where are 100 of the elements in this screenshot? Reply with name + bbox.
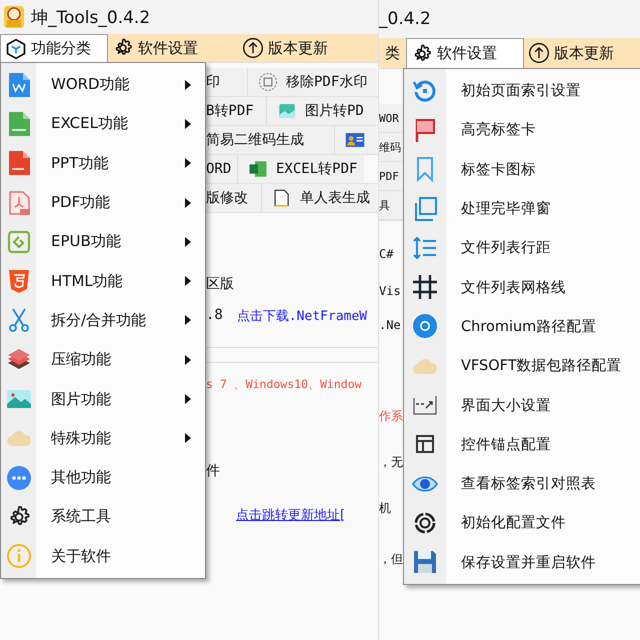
category-icon: [5, 38, 27, 60]
spreadsheet-icon: [248, 159, 268, 179]
menu-item[interactable]: 控件锚点配置: [404, 424, 640, 464]
info-text: C#: [379, 247, 394, 261]
menu-item[interactable]: VFSOFT数据包路径配置: [404, 346, 640, 386]
warning-text: s 7 、Windows10、Window: [206, 377, 362, 392]
menu-item-label: 高亮标签卡: [461, 120, 536, 140]
line-spacing-icon: [412, 234, 438, 261]
menu-item-label: 文件列表网格线: [461, 278, 566, 297]
menu-item[interactable]: 查看标签索引对照表: [404, 464, 640, 504]
menu-item-label: PDF功能: [51, 193, 112, 212]
toolbar-button[interactable]: WOR: [379, 104, 403, 132]
toolbar-button[interactable]: [334, 126, 377, 154]
menu-item-label: 界面大小设置: [461, 396, 551, 415]
info-text: .8: [206, 307, 223, 325]
update-icon: [528, 42, 550, 64]
menu-item-label: PPT功能: [51, 154, 110, 173]
info-text: .Ne: [379, 318, 401, 332]
menu-item-label: EPUB功能: [51, 232, 122, 252]
menu-item[interactable]: 处理完毕弹窗: [404, 188, 640, 228]
toolbar-button[interactable]: 维码: [379, 133, 403, 161]
menu-item-label: 初始化配置文件: [461, 514, 566, 532]
menu-item-label: 关于软件: [51, 546, 112, 566]
menu-item-label: 图片功能: [51, 390, 112, 409]
menu-item[interactable]: Chromium路径配置: [404, 306, 640, 346]
reset-icon: [412, 510, 438, 536]
menu-item[interactable]: 界面大小设置: [404, 385, 640, 425]
toolbar-button[interactable]: 版修改: [205, 184, 261, 212]
epub-icon: [6, 228, 32, 255]
info-text: ，无: [379, 454, 403, 471]
more-icon: [6, 464, 32, 491]
menu-item[interactable]: 其他功能: [1, 458, 205, 498]
menu-item-label: 初始页面索引设置: [461, 82, 581, 100]
menu-item[interactable]: 系统工具: [1, 497, 205, 537]
toolbar-button[interactable]: 移除PDF水印: [247, 68, 377, 96]
menu-item[interactable]: 文件列表网格线: [404, 267, 640, 307]
menu-item[interactable]: 压缩功能: [1, 340, 205, 380]
menu-item-label: 查看标签索引对照表: [461, 475, 596, 494]
download-link[interactable]: 点击跳转更新地址[: [236, 506, 346, 524]
menu-item[interactable]: EXCEL功能: [1, 104, 205, 144]
id-card-icon: [345, 130, 365, 150]
grid-icon: [412, 274, 438, 300]
menu-item[interactable]: WORD功能: [1, 65, 205, 104]
menu-item[interactable]: PDF功能: [1, 182, 205, 222]
info-text: Vis: [379, 284, 401, 298]
menu-item-label: 标签卡图标: [461, 160, 536, 179]
menu-item[interactable]: EPUB功能: [1, 222, 205, 262]
update-icon: [242, 37, 264, 59]
toolbar-button[interactable]: 简易二维码生成: [205, 126, 334, 154]
menu-item[interactable]: 高亮标签卡: [404, 110, 640, 150]
menu-item[interactable]: 初始化配置文件: [404, 503, 640, 543]
menu-item[interactable]: 初始页面索引设置: [404, 71, 640, 110]
menu-item[interactable]: 保存设置并重启软件: [404, 542, 640, 582]
menu-item-label: 拆分/合并功能: [51, 310, 148, 330]
menu-tab[interactable]: 功能分类: [0, 34, 108, 62]
menu-item[interactable]: 关于软件: [1, 536, 205, 576]
menu-item-label: HTML功能: [51, 272, 124, 291]
toolbar-button[interactable]: B转PDF: [205, 97, 266, 125]
menu-item-label: WORD功能: [51, 75, 131, 94]
stamp-icon: [258, 72, 278, 92]
menu-item-label: 特殊功能: [51, 428, 112, 448]
toolbar-button[interactable]: PDF: [379, 162, 403, 190]
window-title: _0.4.2: [379, 8, 431, 28]
toolbar-button[interactable]: 印: [205, 68, 247, 96]
menu-item-label: 文件列表行距: [461, 239, 551, 258]
menu-item[interactable]: PPT功能: [1, 144, 205, 183]
menu-item[interactable]: 特殊功能: [1, 418, 205, 458]
menu-item-label: EXCEL功能: [51, 114, 129, 134]
menu-item-label: Chromium路径配置: [461, 318, 596, 336]
menu-item[interactable]: HTML功能: [1, 261, 205, 301]
toolbar-button[interactable]: 图片转PD: [266, 97, 377, 125]
toolbar-button[interactable]: 具: [379, 191, 403, 219]
menu-item-label: VFSOFT数据包路径配置: [461, 357, 622, 376]
menu-item-label: 保存设置并重启软件: [461, 554, 596, 572]
app-logo-icon: [3, 5, 25, 29]
window-icon: [412, 196, 438, 222]
menu-tab[interactable]: 软件设置: [406, 38, 524, 68]
menu-item-label: 控件锚点配置: [461, 436, 551, 454]
info-icon: [6, 543, 32, 570]
toolbar-button[interactable]: EXCEL转PDF: [237, 155, 364, 183]
menu-item[interactable]: 标签卡图标: [404, 150, 640, 189]
save-icon: [412, 549, 438, 576]
menu-item-label: 处理完毕弹窗: [461, 200, 551, 218]
refresh-icon: [412, 78, 438, 104]
download-link[interactable]: 点击下载.NetFrameW: [236, 307, 368, 325]
menu-item-label: 其他功能: [51, 468, 112, 488]
info-text: 机: [379, 500, 391, 517]
info-text: 件: [206, 462, 220, 480]
image-icon: [277, 101, 297, 121]
menu-item[interactable]: 拆分/合并功能: [1, 300, 205, 340]
info-text: ，但: [379, 551, 403, 568]
warning-text: 作系: [379, 408, 403, 425]
info-text: 区版: [206, 275, 234, 293]
menu-item[interactable]: 文件列表行距: [404, 228, 640, 268]
toolbar-button[interactable]: 单人表生成: [261, 184, 377, 212]
menu-item-label: 压缩功能: [51, 350, 112, 370]
browser-icon: [412, 313, 438, 340]
toolbar-button[interactable]: ORD: [205, 155, 237, 183]
menu-item[interactable]: 图片功能: [1, 379, 205, 419]
window-title: 坤_Tools_0.4.2: [31, 6, 150, 28]
